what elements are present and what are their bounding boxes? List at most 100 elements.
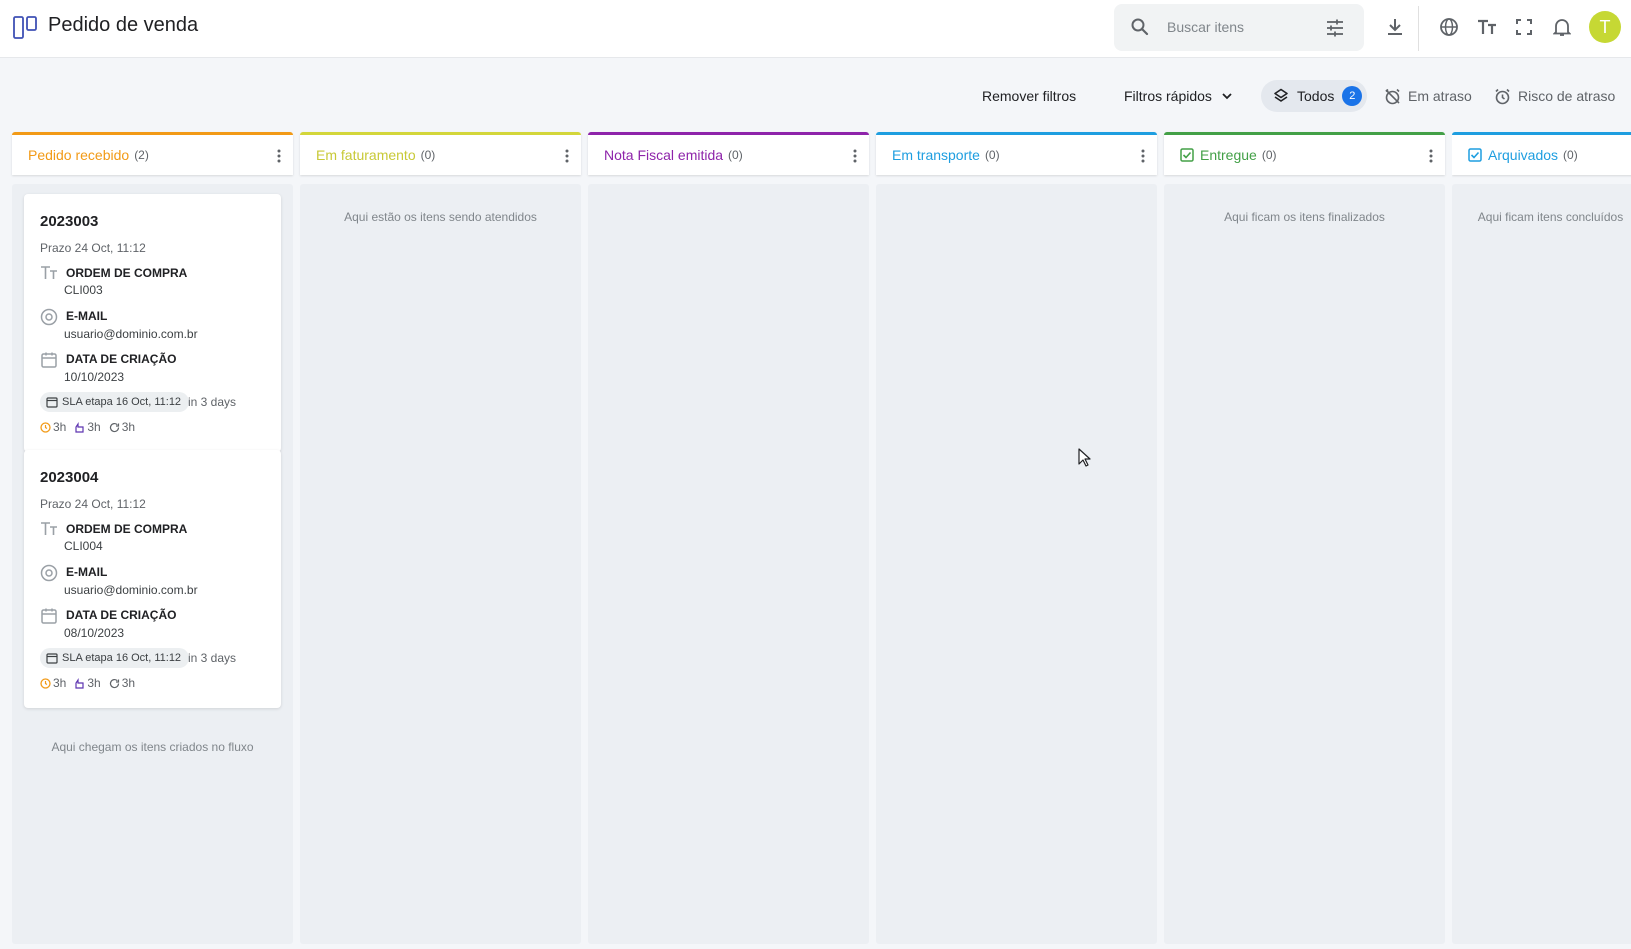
globe-icon[interactable]: [1438, 16, 1460, 38]
metric-effort: 3h: [74, 676, 101, 690]
field-label: E-MAIL: [66, 309, 108, 323]
column-empty-message: Aqui estão os itens sendo atendidos: [344, 210, 537, 224]
clock-icon: [40, 677, 51, 689]
column-body: Aqui ficam os itens finalizados: [1164, 184, 1445, 944]
field-value: CLI003: [64, 283, 103, 297]
sla-relative: in 3 days: [188, 651, 237, 665]
kanban-card[interactable]: 2023004 Prazo 24 Oct, 11:12 ORDEM DE COM…: [24, 450, 281, 708]
column-arquivados: Arquivados (0) Aqui ficam itens concluíd…: [1452, 132, 1631, 944]
chevron-down-icon: [1222, 93, 1232, 100]
field-value: usuario@dominio.com.br: [64, 327, 198, 341]
column-empty-message: Aqui ficam itens concluídos: [1477, 210, 1624, 224]
card-deadline: Prazo 24 Oct, 11:12: [40, 241, 146, 255]
metric-cycle: 3h: [109, 420, 135, 434]
layers-icon: [1274, 88, 1288, 102]
sla-text: SLA etapa 16 Oct, 11:12: [62, 652, 182, 664]
top-header: Pedido de venda T: [0, 0, 1631, 58]
column-nota-fiscal-emitida: Nota Fiscal emitida (0): [588, 132, 869, 944]
text-size-icon[interactable]: [1476, 16, 1498, 38]
at-sign-icon: [40, 564, 58, 582]
column-body: Aqui estão os itens sendo atendidos: [300, 184, 581, 944]
column-header[interactable]: Nota Fiscal emitida (0): [588, 132, 869, 175]
refresh-clock-icon: [109, 678, 119, 688]
column-title: Arquivados: [1488, 147, 1559, 163]
field-value: usuario@dominio.com.br: [64, 583, 198, 597]
filter-late-chip[interactable]: Em atraso: [1384, 82, 1472, 110]
checkbox-checked-icon: [1180, 148, 1194, 162]
column-em-transporte: Em transporte (0): [876, 132, 1157, 944]
bell-icon[interactable]: [1551, 16, 1573, 38]
column-header[interactable]: Entregue (0): [1164, 132, 1445, 175]
late-risk-label: Risco de atraso: [1518, 88, 1616, 104]
field-label: DATA DE CRIAÇÃO: [66, 352, 177, 366]
calendar-icon: [41, 608, 57, 624]
sla-relative: in 3 days: [188, 395, 237, 409]
kanban-card[interactable]: 2023003 Prazo 24 Oct, 11:12 ORDEM DE COM…: [24, 194, 281, 452]
todos-label: Todos: [1297, 88, 1335, 104]
kanban-board-icon[interactable]: [13, 14, 39, 40]
column-header[interactable]: Pedido recebido (2): [12, 132, 293, 175]
column-count: (0): [728, 148, 743, 162]
column-body: [588, 184, 869, 944]
field-value: 08/10/2023: [64, 626, 125, 640]
sla-chip: SLA etapa 16 Oct, 11:12: [40, 648, 190, 668]
checkbox-checked-icon: [1468, 148, 1482, 162]
filter-late-risk-chip[interactable]: Risco de atraso: [1494, 82, 1615, 110]
more-vert-icon[interactable]: [1141, 149, 1145, 163]
hand-icon: [75, 677, 84, 689]
column-title: Em faturamento: [316, 147, 416, 163]
user-avatar[interactable]: T: [1589, 11, 1621, 43]
card-deadline: Prazo 24 Oct, 11:12: [40, 497, 146, 511]
text-field-icon: [41, 522, 57, 535]
field-label: DATA DE CRIAÇÃO: [66, 608, 177, 622]
sla-chip: SLA etapa 16 Oct, 11:12: [40, 392, 190, 412]
metric-time: 3h: [40, 420, 66, 434]
column-count: (0): [420, 148, 436, 162]
column-body: 2023003 Prazo 24 Oct, 11:12 ORDEM DE COM…: [12, 184, 293, 944]
column-count: (2): [134, 148, 149, 162]
column-empty-message: Aqui ficam os itens finalizados: [1224, 210, 1385, 224]
column-header[interactable]: Arquivados (0): [1452, 132, 1631, 175]
clock-icon: [40, 421, 51, 433]
fullscreen-icon[interactable]: [1513, 16, 1535, 38]
late-label: Em atraso: [1408, 88, 1472, 104]
metric-effort: 3h: [74, 420, 101, 434]
download-icon[interactable]: [1384, 16, 1406, 38]
column-header[interactable]: Em transporte (0): [876, 132, 1157, 175]
more-vert-icon[interactable]: [1429, 149, 1433, 163]
search-input[interactable]: [1167, 16, 1317, 38]
more-vert-icon[interactable]: [277, 149, 281, 163]
column-footer-message: Aqui chegam os itens criados no fluxo: [51, 740, 254, 754]
column-em-faturamento: Em faturamento (0) Aqui estão os itens s…: [300, 132, 581, 944]
field-label: ORDEM DE COMPRA: [66, 266, 188, 280]
column-title: Em transporte: [892, 147, 980, 163]
column-title: Entregue: [1200, 147, 1257, 163]
header-divider: [1418, 6, 1419, 51]
search-box[interactable]: [1114, 4, 1364, 51]
tune-icon[interactable]: [1325, 18, 1345, 38]
field-label: E-MAIL: [66, 565, 108, 579]
column-title: Nota Fiscal emitida: [604, 147, 724, 163]
page-title: Pedido de venda: [48, 14, 199, 36]
calendar-clock-icon: [46, 653, 58, 664]
quick-filters-dropdown[interactable]: Filtros rápidos: [1124, 82, 1234, 110]
field-label: ORDEM DE COMPRA: [66, 522, 188, 536]
more-vert-icon[interactable]: [853, 149, 857, 163]
calendar-clock-icon: [46, 397, 58, 408]
at-sign-icon: [40, 308, 58, 326]
column-header[interactable]: Em faturamento (0): [300, 132, 581, 175]
filter-todos-chip[interactable]: Todos 2: [1261, 80, 1367, 112]
column-count: (0): [1261, 148, 1277, 162]
quick-filters-label: Filtros rápidos: [1124, 88, 1212, 104]
remove-filters-button[interactable]: Remover filtros: [982, 82, 1076, 110]
metric-time: 3h: [40, 676, 66, 690]
column-count: (0): [984, 148, 1000, 162]
column-entregue: Entregue (0) Aqui ficam os itens finaliz…: [1164, 132, 1445, 944]
card-metrics: 3h 3h 3h: [40, 420, 143, 434]
calendar-icon: [41, 352, 57, 368]
search-icon: [1131, 18, 1149, 36]
more-vert-icon[interactable]: [565, 149, 569, 163]
column-count: (0): [1563, 148, 1578, 162]
refresh-clock-icon: [109, 422, 119, 432]
column-body: Aqui ficam itens concluídos: [1452, 184, 1631, 944]
